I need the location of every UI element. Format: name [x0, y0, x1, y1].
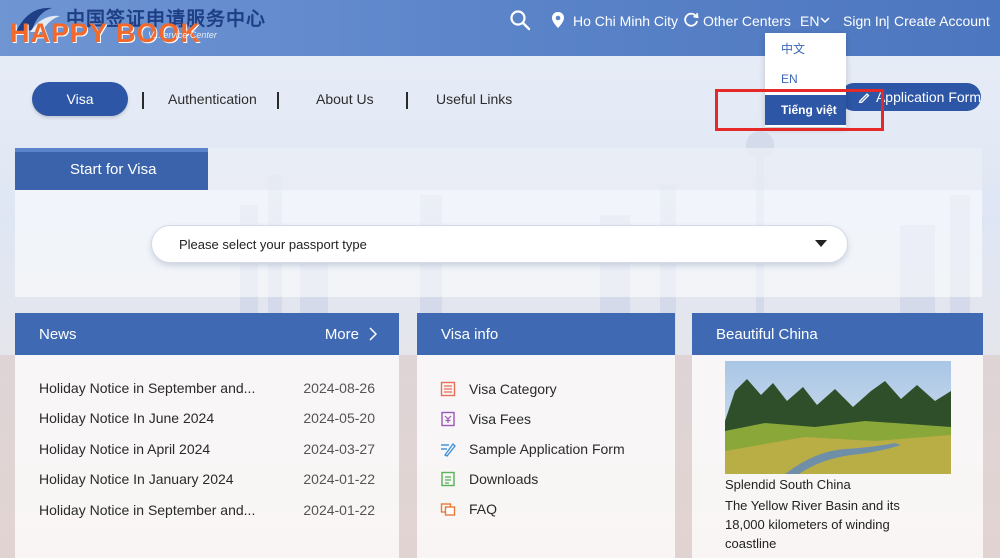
beautiful-china-header: Beautiful China	[692, 313, 983, 355]
news-item-date: 2024-01-22	[303, 471, 375, 487]
search-icon[interactable]	[509, 9, 531, 31]
faq-label: FAQ	[469, 501, 498, 517]
news-card: News More Holiday Notice in September an…	[15, 313, 399, 558]
fees-icon	[441, 411, 455, 427]
faq-icon	[440, 503, 456, 516]
tab-about-us[interactable]: About Us	[316, 91, 374, 107]
nav-divider	[142, 92, 144, 109]
downloads-label: Downloads	[469, 471, 539, 487]
sample-application-form-label: Sample Application Form	[469, 441, 625, 457]
visa-category-link[interactable]: Visa Category	[440, 379, 557, 399]
create-account-link[interactable]: Create Account	[894, 13, 990, 29]
sign-in-link[interactable]: Sign In	[843, 13, 887, 29]
visa-fees-label: Visa Fees	[469, 411, 531, 427]
news-item[interactable]: Holiday Notice in September and... 2024-…	[39, 502, 375, 522]
news-item-title: Holiday Notice In June 2024	[39, 410, 215, 426]
application-form-label: Application Form	[875, 89, 981, 105]
faq-link[interactable]: FAQ	[440, 499, 497, 519]
news-more-link[interactable]: More	[325, 326, 359, 343]
category-list-icon	[440, 381, 456, 397]
beautiful-china-card: Beautiful China Splendid South China The…	[692, 313, 983, 558]
form-pen-icon	[441, 443, 456, 457]
landscape-photo[interactable]	[725, 361, 951, 474]
news-item[interactable]: Holiday Notice in September and... 2024-…	[39, 380, 375, 400]
news-item[interactable]: Holiday Notice In June 2024 2024-05-20	[39, 410, 375, 430]
visa-category-label: Visa Category	[469, 381, 557, 397]
header-separator: |	[886, 13, 890, 29]
news-item-date: 2024-05-20	[303, 410, 375, 426]
visa-fees-link[interactable]: Visa Fees	[440, 409, 531, 429]
nav-divider	[277, 92, 279, 109]
china-photo-description: The Yellow River Basin and its 18,000 ki…	[725, 498, 900, 551]
start-for-visa-label: Start for Visa	[70, 160, 157, 178]
news-item-title: Holiday Notice In January 2024	[39, 471, 234, 487]
news-item-title: Holiday Notice in September and...	[39, 502, 256, 518]
visa-info-card: Visa info Visa Category Visa Fees Sample…	[417, 313, 675, 558]
tab-visa-label: Visa	[66, 91, 94, 107]
tab-authentication[interactable]: Authentication	[168, 91, 257, 107]
visa-info-header: Visa info	[417, 313, 675, 355]
news-item-date: 2024-01-22	[303, 502, 375, 518]
site-logo[interactable]: 中国签证申请服务中心 HAPPY BOOK V... ervice Center	[8, 2, 265, 52]
passport-select-placeholder: Please select your passport type	[179, 236, 367, 252]
news-item-date: 2024-08-26	[303, 380, 375, 396]
other-centers-link[interactable]: Other Centers	[703, 13, 791, 29]
logo-subtitle: V... ervice Center	[148, 30, 217, 40]
beautiful-china-title: Beautiful China	[716, 325, 818, 343]
refresh-icon	[684, 12, 699, 27]
language-selector[interactable]: EN	[800, 13, 819, 29]
news-item-date: 2024-03-27	[303, 441, 375, 457]
chevron-down-icon	[820, 17, 830, 24]
visa-info-title: Visa info	[441, 325, 499, 343]
downloads-link[interactable]: Downloads	[440, 469, 538, 489]
start-for-visa-tab[interactable]: Start for Visa	[15, 148, 208, 190]
language-option-chinese[interactable]: 中文	[765, 33, 846, 63]
caret-down-icon	[815, 240, 827, 247]
sample-application-form-link[interactable]: Sample Application Form	[440, 439, 625, 459]
passport-type-select[interactable]: Please select your passport type	[151, 225, 848, 263]
current-location[interactable]: Ho Chi Minh City	[573, 13, 678, 29]
download-doc-icon	[441, 471, 455, 487]
chevron-right-icon	[369, 327, 377, 341]
location-pin-icon	[552, 12, 564, 28]
news-title: News	[39, 325, 77, 343]
china-photo-caption: Splendid South China	[725, 477, 851, 492]
nav-divider	[406, 92, 408, 109]
news-item-title: Holiday Notice in September and...	[39, 380, 256, 396]
highlight-annotation-box	[715, 89, 884, 131]
news-item[interactable]: Holiday Notice In January 2024 2024-01-2…	[39, 471, 375, 491]
news-item[interactable]: Holiday Notice in April 2024 2024-03-27	[39, 441, 375, 461]
tab-useful-links[interactable]: Useful Links	[436, 91, 512, 107]
tab-visa[interactable]: Visa	[32, 82, 128, 116]
news-item-title: Holiday Notice in April 2024	[39, 441, 211, 457]
